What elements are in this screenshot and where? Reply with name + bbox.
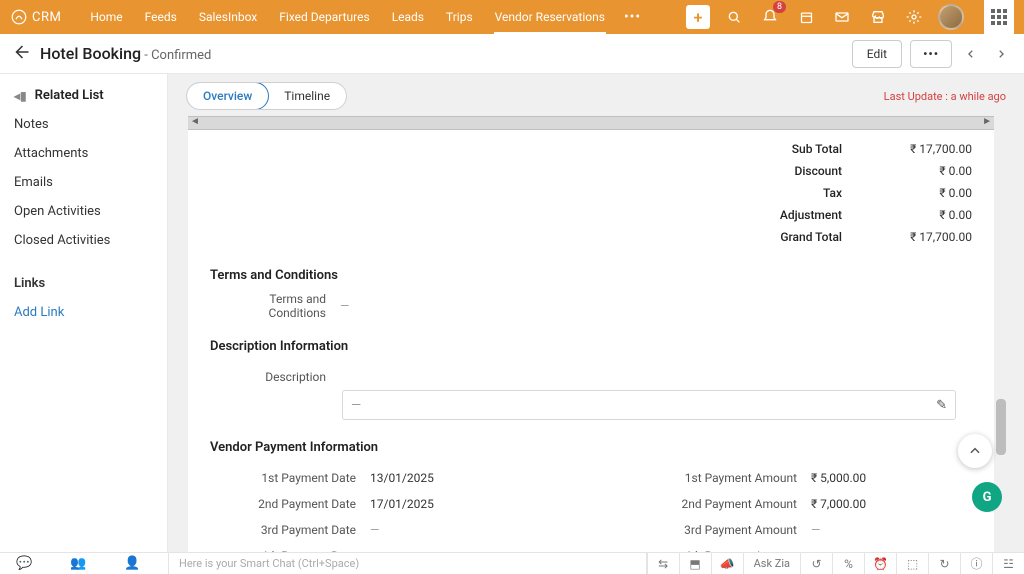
- footer-left: 💬 👥 👤: [0, 556, 168, 571]
- top-nav-left: CRM Home Feeds SalesInbox Fixed Departur…: [10, 0, 686, 34]
- totals-block: Sub Total₹ 17,700.00 Discount₹ 0.00 Tax₹…: [592, 138, 972, 248]
- row-4th-date: 4th Payment Date—: [210, 543, 571, 552]
- vendor-payment-heading: Vendor Payment Information: [210, 440, 972, 455]
- footer-icon-info[interactable]: ⓘ: [960, 553, 992, 574]
- row-grand-total: Grand Total₹ 17,700.00: [592, 226, 972, 248]
- row-4th-amount: 4th Payment Amount—: [611, 543, 972, 552]
- top-nav: CRM Home Feeds SalesInbox Fixed Departur…: [0, 0, 1024, 34]
- contacts-icon[interactable]: 👥: [70, 556, 86, 571]
- footer-icon-1[interactable]: ⇆: [647, 553, 679, 574]
- sidebar-item-emails[interactable]: Emails: [14, 175, 167, 190]
- footer-icon-3[interactable]: ↺: [800, 553, 832, 574]
- next-record-icon[interactable]: [990, 40, 1012, 68]
- terms-row: Terms and Conditions —: [210, 293, 972, 319]
- profile-icon[interactable]: 👤: [124, 556, 140, 571]
- nav-home[interactable]: Home: [79, 0, 133, 34]
- zoho-icon: [10, 8, 28, 26]
- brand-text: CRM: [32, 10, 61, 25]
- page-header: Hotel Booking - Confirmed Edit •••: [0, 34, 1024, 74]
- payment-dates-col: 1st Payment Date13/01/2025 2nd Payment D…: [210, 465, 571, 552]
- row-sub-total: Sub Total₹ 17,700.00: [592, 138, 972, 160]
- back-arrow-icon[interactable]: [12, 43, 30, 65]
- payment-amounts-col: 1st Payment Amount₹ 5,000.00 2nd Payment…: [611, 465, 972, 552]
- quick-create-button[interactable]: +: [686, 5, 710, 29]
- nav-leads[interactable]: Leads: [381, 0, 435, 34]
- nav-feeds[interactable]: Feeds: [134, 0, 188, 34]
- footer-icon-7[interactable]: ☳: [992, 553, 1024, 574]
- notification-badge: 8: [773, 1, 786, 13]
- page-title-block: Hotel Booking - Confirmed: [40, 44, 211, 63]
- row-2nd-date: 2nd Payment Date17/01/2025: [210, 491, 571, 517]
- description-row: Description: [210, 364, 972, 390]
- page-subtitle: - Confirmed: [144, 48, 211, 63]
- chat-icon[interactable]: 💬: [16, 556, 32, 571]
- row-3rd-amount: 3rd Payment Amount—: [611, 517, 972, 543]
- vertical-scrollbar-thumb[interactable]: [996, 399, 1006, 455]
- footer-bar: 💬 👥 👤 Here is your Smart Chat (Ctrl+Spac…: [0, 552, 1024, 574]
- add-link[interactable]: Add Link: [14, 305, 167, 320]
- sidebar-item-closed-activities[interactable]: Closed Activities: [14, 233, 167, 248]
- row-1st-amount: 1st Payment Amount₹ 5,000.00: [611, 465, 972, 491]
- vertical-scrollbar-track[interactable]: [998, 114, 1006, 552]
- smart-chat-input[interactable]: Here is your Smart Chat (Ctrl+Space): [168, 553, 646, 574]
- footer-right: ⇆ ⬒ 📣 Ask Zia ↺ % ⏰ ⬚ ↻ ⓘ ☳: [646, 553, 1024, 574]
- edit-button[interactable]: Edit: [852, 40, 902, 68]
- notifications-icon[interactable]: 8: [758, 5, 782, 29]
- sidebar-item-attachments[interactable]: Attachments: [14, 146, 167, 161]
- description-input[interactable]: — ✎: [342, 390, 956, 420]
- links-heading: Links: [14, 276, 167, 291]
- row-3rd-date: 3rd Payment Date—: [210, 517, 571, 543]
- row-discount: Discount₹ 0.00: [592, 160, 972, 182]
- ask-zia-button[interactable]: Ask Zia: [743, 553, 800, 574]
- tab-timeline[interactable]: Timeline: [268, 83, 346, 109]
- nav-trips[interactable]: Trips: [435, 0, 484, 34]
- nav-vendor-reservations[interactable]: Vendor Reservations: [484, 0, 616, 34]
- crm-logo[interactable]: CRM: [10, 8, 61, 26]
- top-nav-right: + 8: [686, 0, 1014, 34]
- pencil-icon[interactable]: ✎: [936, 398, 947, 413]
- footer-icon-announce[interactable]: 📣: [711, 553, 743, 574]
- description-heading: Description Information: [210, 339, 972, 354]
- vendor-payment-grid: 1st Payment Date13/01/2025 2nd Payment D…: [210, 465, 972, 552]
- sidebar: ◂▮Related List Notes Attachments Emails …: [0, 74, 168, 552]
- footer-icon-2[interactable]: ⬒: [679, 553, 711, 574]
- gear-icon[interactable]: [902, 5, 926, 29]
- main-panel: Overview Timeline Last Update : a while …: [168, 74, 1024, 552]
- store-icon[interactable]: [866, 5, 890, 29]
- tab-overview[interactable]: Overview: [186, 82, 269, 110]
- row-1st-date: 1st Payment Date13/01/2025: [210, 465, 571, 491]
- apps-launcher[interactable]: [984, 0, 1014, 34]
- nav-more[interactable]: •••: [616, 9, 649, 25]
- grammarly-icon[interactable]: G: [972, 482, 1002, 512]
- nav-fixed-departures[interactable]: Fixed Departures: [268, 0, 380, 34]
- row-tax: Tax₹ 0.00: [592, 182, 972, 204]
- more-actions-button[interactable]: •••: [910, 40, 952, 68]
- nav-salesinbox[interactable]: SalesInbox: [188, 0, 268, 34]
- footer-icon-clock[interactable]: ⏰: [864, 553, 896, 574]
- terms-heading: Terms and Conditions: [210, 268, 972, 283]
- related-list-heading: ◂▮Related List: [14, 88, 167, 103]
- row-adjustment: Adjustment₹ 0.00: [592, 204, 972, 226]
- footer-icon-5[interactable]: ⬚: [896, 553, 928, 574]
- detail-scroll-area[interactable]: Sub Total₹ 17,700.00 Discount₹ 0.00 Tax₹…: [188, 116, 994, 552]
- layout: ◂▮Related List Notes Attachments Emails …: [0, 74, 1024, 552]
- avatar[interactable]: [938, 4, 964, 30]
- tabs-pill: Overview Timeline: [186, 82, 347, 110]
- scroll-top-button[interactable]: [958, 434, 992, 468]
- collapse-sidebar-icon[interactable]: ◂▮: [14, 89, 27, 103]
- tabs-row: Overview Timeline Last Update : a while …: [168, 74, 1024, 112]
- page-title: Hotel Booking: [40, 44, 141, 63]
- sidebar-item-notes[interactable]: Notes: [14, 117, 167, 132]
- prev-record-icon[interactable]: [960, 40, 982, 68]
- mail-icon[interactable]: [830, 5, 854, 29]
- row-2nd-amount: 2nd Payment Amount₹ 7,000.00: [611, 491, 972, 517]
- page-header-actions: Edit •••: [852, 40, 1012, 68]
- search-icon[interactable]: [722, 5, 746, 29]
- calendar-icon[interactable]: [794, 5, 818, 29]
- footer-icon-6[interactable]: ↻: [928, 553, 960, 574]
- sidebar-item-open-activities[interactable]: Open Activities: [14, 204, 167, 219]
- last-update-text: Last Update : a while ago: [884, 90, 1006, 103]
- horizontal-scrollbar[interactable]: [188, 116, 994, 130]
- footer-icon-4[interactable]: %: [832, 553, 864, 574]
